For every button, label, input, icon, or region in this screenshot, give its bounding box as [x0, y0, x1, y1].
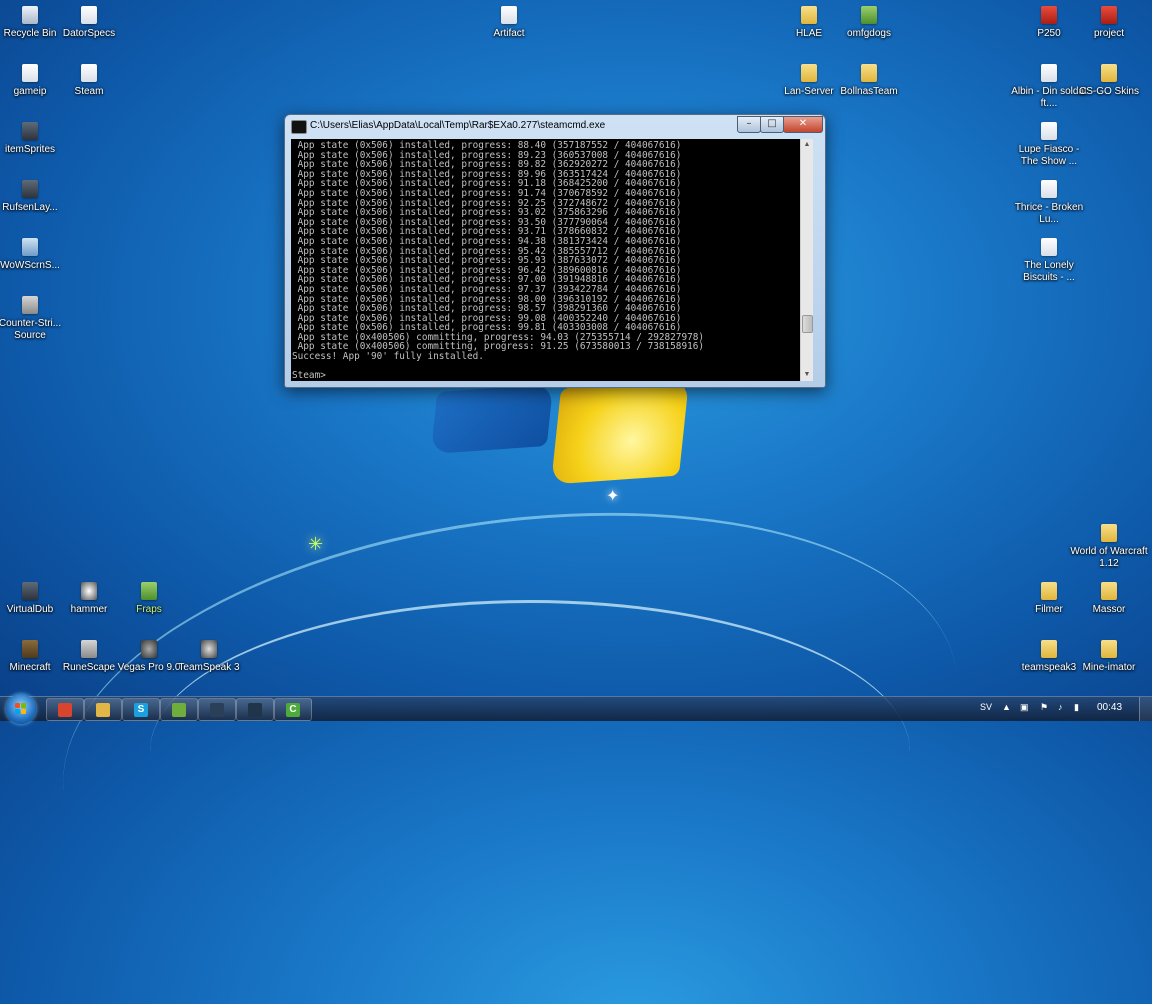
- folder-icon: [1101, 64, 1117, 82]
- console-output[interactable]: App state (0x506) installed, progress: 8…: [291, 139, 813, 381]
- document-icon: [501, 6, 517, 24]
- desktop-icon-lonely-biscuits[interactable]: The Lonely Biscuits - ...: [1014, 236, 1084, 292]
- desktop-icon-lupe-fiasco[interactable]: Lupe Fiasco - The Show ...: [1014, 120, 1084, 176]
- network-icon[interactable]: ▣: [1020, 702, 1029, 713]
- app-icon: [141, 640, 157, 658]
- document-icon: [1041, 64, 1057, 82]
- desktop-icon-mine-imator[interactable]: Mine-imator: [1074, 638, 1144, 694]
- vertical-scrollbar[interactable]: ▲ ▼: [800, 139, 813, 381]
- flag-icon[interactable]: ⚑: [1040, 702, 1048, 713]
- scroll-thumb[interactable]: [802, 315, 813, 333]
- folder-icon: [801, 6, 817, 24]
- desktop-icon-itemsprites[interactable]: itemSprites: [0, 120, 65, 176]
- taskbar-chrome[interactable]: [46, 698, 84, 721]
- chrome-icon: [58, 702, 72, 717]
- console-line: Success! App '90' fully installed.: [292, 351, 484, 363]
- image-icon: [22, 180, 38, 198]
- folder-icon: [1101, 524, 1117, 542]
- window-titlebar[interactable]: C:\Users\Elias\AppData\Local\Temp\Rar$EX…: [285, 115, 825, 137]
- recycle-bin-icon: [22, 6, 38, 24]
- taskbar: S C SV ▲ ▣ ⚑ ♪ ▮ 00:43: [0, 694, 1152, 724]
- taskbar-steam[interactable]: [198, 698, 236, 721]
- scroll-up-icon[interactable]: ▲: [801, 139, 813, 151]
- windows-logo-icon: [15, 703, 27, 715]
- camtasia-icon: C: [286, 702, 300, 717]
- app-icon: [201, 640, 217, 658]
- desktop-icon-datorspecs[interactable]: DatorSpecs: [54, 4, 124, 60]
- steamcmd-window[interactable]: C:\Users\Elias\AppData\Local\Temp\Rar$EX…: [284, 114, 826, 388]
- desktop-icon-counter-strike-source[interactable]: Counter-Stri... Source: [0, 294, 65, 350]
- desktop-icon-thrice[interactable]: Thrice - Broken Lu...: [1014, 178, 1084, 234]
- image-icon: [22, 122, 38, 140]
- desktop-icon-teamspeak[interactable]: TeamSpeak 3: [174, 638, 244, 694]
- steam-icon: [248, 702, 262, 717]
- desktop-icon-artifact[interactable]: Artifact: [474, 4, 544, 60]
- app-icon: [22, 296, 38, 314]
- image-icon: [22, 238, 38, 256]
- steam-icon: [210, 702, 224, 717]
- image-icon: [1041, 6, 1057, 24]
- taskbar-explorer[interactable]: [84, 698, 122, 721]
- folder-icon: [96, 702, 110, 717]
- app-icon: [22, 640, 38, 658]
- window-title: C:\Users\Elias\AppData\Local\Temp\Rar$EX…: [310, 120, 606, 131]
- folder-icon: [861, 64, 877, 82]
- notepad-icon: [172, 702, 186, 717]
- app-icon: [81, 640, 97, 658]
- image-icon: [861, 6, 877, 24]
- folder-icon: [1101, 582, 1117, 600]
- console-icon: [291, 120, 307, 134]
- document-icon: [81, 64, 97, 82]
- show-desktop-button[interactable]: [1139, 697, 1152, 721]
- desktop-icon-omfgdogs[interactable]: omfgdogs: [834, 4, 904, 60]
- language-indicator[interactable]: SV: [980, 702, 992, 712]
- document-icon: [22, 64, 38, 82]
- scroll-down-icon[interactable]: ▼: [801, 369, 813, 381]
- document-icon: [81, 6, 97, 24]
- taskbar-steamcmd[interactable]: [236, 698, 274, 721]
- desktop-icon-steam[interactable]: Steam: [54, 62, 124, 118]
- app-icon: [81, 582, 97, 600]
- folder-icon: [1101, 640, 1117, 658]
- desktop-icon-csgo-skins[interactable]: CS-GO Skins: [1074, 62, 1144, 118]
- desktop-icon-project[interactable]: project: [1074, 4, 1144, 60]
- document-icon: [1041, 122, 1057, 140]
- taskbar-notepadpp[interactable]: [160, 698, 198, 721]
- document-icon: [1041, 238, 1057, 256]
- folder-icon: [801, 64, 817, 82]
- folder-icon: [1041, 640, 1057, 658]
- taskbar-skype[interactable]: S: [122, 698, 160, 721]
- maximize-button[interactable]: □: [760, 116, 784, 133]
- minimize-button[interactable]: –: [737, 116, 761, 133]
- console-lines: App state (0x506) installed, progress: 8…: [292, 141, 804, 381]
- desktop-icon-rufsenlay[interactable]: RufsenLay...: [0, 178, 65, 234]
- document-icon: [1041, 180, 1057, 198]
- folder-icon: [1041, 582, 1057, 600]
- console-line: Steam>: [292, 370, 326, 381]
- desktop-icon-bollnasteam[interactable]: BollnasTeam: [834, 62, 904, 118]
- desktop-icon-fraps[interactable]: Fraps: [114, 580, 184, 636]
- app-icon: [22, 582, 38, 600]
- close-button[interactable]: ✕: [783, 116, 823, 133]
- desktop-icon-world-of-warcraft[interactable]: World of Warcraft 1.12: [1070, 522, 1148, 578]
- desktop-icon-wowscrns[interactable]: WoWScrnS...: [0, 236, 65, 292]
- image-icon: [1101, 6, 1117, 24]
- clock[interactable]: 00:43: [1097, 702, 1122, 713]
- desktop-icon-massor[interactable]: Massor: [1074, 580, 1144, 636]
- skype-icon: S: [134, 702, 148, 717]
- volume-icon[interactable]: ♪: [1058, 702, 1063, 712]
- app-icon: [141, 582, 157, 600]
- battery-icon[interactable]: ▮: [1074, 702, 1079, 713]
- taskbar-camtasia[interactable]: C: [274, 698, 312, 721]
- show-hidden-icons-icon[interactable]: ▲: [1002, 702, 1011, 712]
